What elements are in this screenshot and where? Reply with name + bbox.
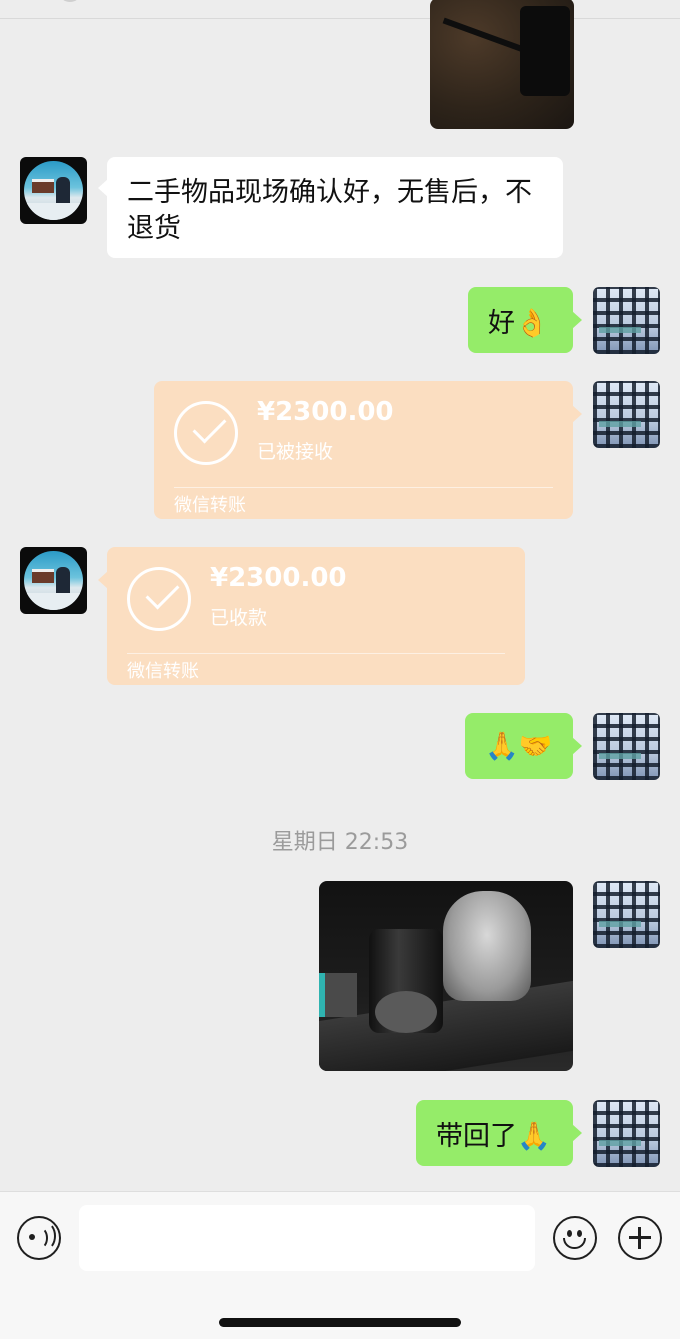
voice-icon[interactable] bbox=[17, 1216, 61, 1260]
transfer-amount: ¥2300.00 bbox=[210, 563, 347, 593]
top-divider bbox=[0, 18, 680, 19]
photo-detail bbox=[375, 991, 437, 1033]
input-bar bbox=[0, 1191, 680, 1339]
avatar-detail bbox=[32, 179, 54, 193]
my-avatar[interactable] bbox=[593, 287, 660, 354]
my-avatar[interactable] bbox=[593, 881, 660, 948]
plus-icon[interactable] bbox=[618, 1216, 662, 1260]
avatar-detail bbox=[32, 569, 54, 583]
transfer-divider bbox=[127, 653, 505, 654]
my-emoji-bubble[interactable]: 🙏🤝 bbox=[465, 713, 582, 779]
avatar-detail bbox=[24, 203, 83, 220]
my-avatar[interactable] bbox=[593, 381, 660, 448]
voice-wave bbox=[36, 1222, 56, 1250]
avatar-detail bbox=[24, 593, 83, 610]
transfer-status: 已被接收 bbox=[257, 441, 334, 463]
transfer-footer: 微信转账 bbox=[174, 495, 246, 516]
photo-detail bbox=[520, 6, 570, 96]
photo-detail bbox=[319, 973, 357, 1017]
message-text: 好👌 bbox=[488, 307, 549, 339]
emoji-icon[interactable] bbox=[553, 1216, 597, 1260]
message-text: 🙏🤝 bbox=[485, 731, 553, 762]
my-avatar[interactable] bbox=[593, 1100, 660, 1167]
emoji-eye bbox=[577, 1230, 582, 1237]
transfer-amount: ¥2300.00 bbox=[257, 397, 394, 427]
photo-detail bbox=[443, 891, 531, 1001]
message-text: 二手物品现场确认好，无售后，不退货 bbox=[127, 177, 532, 244]
my-text-bubble[interactable]: 好👌 bbox=[468, 287, 582, 353]
peer-avatar[interactable] bbox=[20, 157, 87, 224]
emoji-mouth bbox=[563, 1238, 586, 1249]
check-circle-icon bbox=[174, 401, 238, 465]
photo-message-lens[interactable] bbox=[319, 881, 573, 1071]
timestamp-label: 星期日 22:53 bbox=[271, 830, 409, 855]
home-indicator[interactable] bbox=[219, 1318, 461, 1327]
scroll-indicator bbox=[58, 0, 82, 2]
avatar-image bbox=[24, 161, 83, 220]
my-text-bubble[interactable]: 带回了🙏 bbox=[416, 1100, 582, 1166]
transfer-card-received[interactable]: ¥2300.00 已收款 微信转账 bbox=[98, 547, 525, 685]
peer-avatar[interactable] bbox=[20, 547, 87, 614]
transfer-status: 已收款 bbox=[210, 607, 268, 629]
avatar-image bbox=[24, 551, 83, 610]
message-text: 带回了🙏 bbox=[436, 1120, 551, 1152]
check-circle-icon bbox=[127, 567, 191, 631]
transfer-card-sent[interactable]: ¥2300.00 已被接收 微信转账 bbox=[154, 381, 582, 519]
peer-text-bubble[interactable]: 二手物品现场确认好，无售后，不退货 bbox=[98, 157, 563, 258]
photo-detail bbox=[319, 980, 573, 1071]
transfer-divider bbox=[174, 487, 553, 488]
chat-screen: 二手物品现场确认好，无售后，不退货 好👌 ¥2300.00 已被接收 微信转账 … bbox=[0, 0, 680, 1339]
photo-message-camera[interactable] bbox=[430, 0, 574, 129]
message-input[interactable] bbox=[79, 1205, 535, 1271]
emoji-eye bbox=[567, 1230, 572, 1237]
my-avatar[interactable] bbox=[593, 713, 660, 780]
transfer-footer: 微信转账 bbox=[127, 661, 199, 682]
